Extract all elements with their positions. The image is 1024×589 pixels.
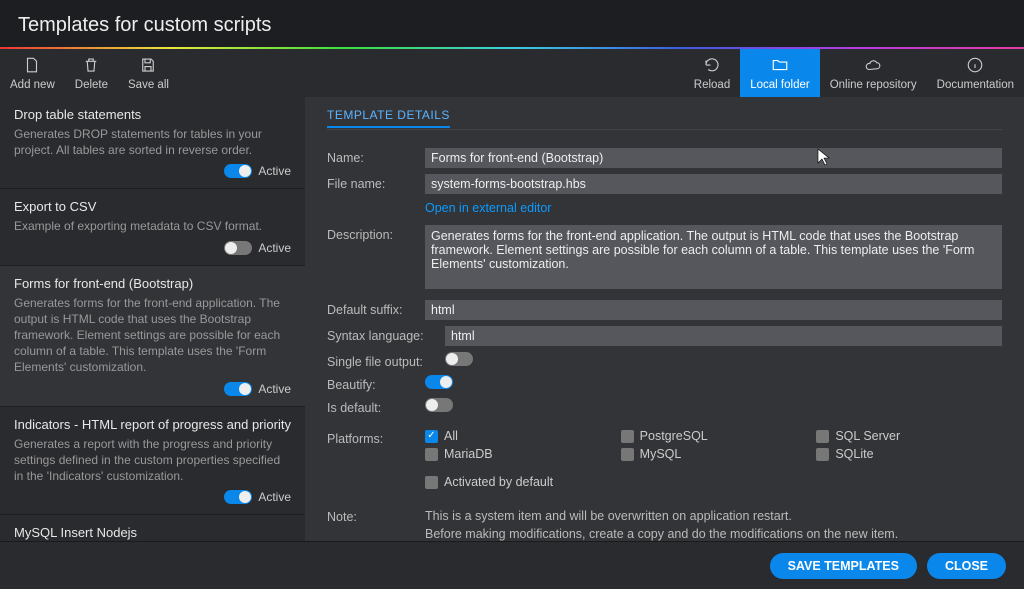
trash-icon — [82, 56, 100, 77]
note-line2: Before making modifications, create a co… — [425, 525, 1002, 541]
isdefault-label: Is default: — [327, 398, 425, 415]
syntax-label: Syntax language: — [327, 326, 445, 343]
beautify-label: Beautify: — [327, 375, 425, 392]
reload-icon — [703, 56, 721, 77]
toolbar-label: Reload — [694, 79, 730, 91]
platform-label: SQL Server — [835, 429, 900, 443]
toolbar-label: Delete — [75, 79, 108, 91]
card-active-toggle[interactable] — [224, 164, 252, 178]
online-repo-button[interactable]: Online repository — [820, 49, 927, 97]
card-desc: Generates a report with the progress and… — [14, 436, 291, 485]
card-title: MySQL Insert Nodejs — [14, 525, 291, 540]
toolbar: Add new Delete Save all Reload Local folder… — [0, 49, 1024, 97]
activated-by-default-label: Activated by default — [444, 475, 553, 489]
platform-label: PostgreSQL — [640, 429, 708, 443]
save-icon — [139, 56, 157, 77]
singlefile-label: Single file output: — [327, 352, 445, 369]
info-icon — [966, 56, 984, 77]
cloud-icon — [864, 56, 882, 77]
template-card[interactable]: Indicators - HTML report of progress and… — [0, 407, 305, 516]
suffix-label: Default suffix: — [327, 300, 425, 317]
template-list: Drop table statements Generates DROP stat… — [0, 97, 305, 541]
platform-checkbox[interactable]: MariaDB — [425, 447, 611, 461]
note-line1: This is a system item and will be overwr… — [425, 507, 1002, 525]
card-title: Forms for front-end (Bootstrap) — [14, 276, 291, 291]
close-button[interactable]: CLOSE — [927, 553, 1006, 579]
platform-label: All — [444, 429, 458, 443]
footer: SAVE TEMPLATES CLOSE — [0, 541, 1024, 589]
card-active-label: Active — [258, 382, 291, 396]
note-label: Note: — [327, 507, 425, 524]
activated-by-default-checkbox[interactable]: Activated by default — [425, 475, 1002, 489]
card-desc: Example of exporting metadata to CSV for… — [14, 218, 291, 234]
beautify-toggle[interactable] — [425, 375, 453, 389]
filename-label: File name: — [327, 174, 425, 191]
template-card[interactable]: MySQL Insert NodejsSample application co… — [0, 515, 305, 541]
template-card[interactable]: Drop table statements Generates DROP stat… — [0, 97, 305, 189]
card-desc: Generates forms for the front-end applic… — [14, 295, 291, 376]
card-active-toggle[interactable] — [224, 241, 252, 255]
page-title: Templates for custom scripts — [18, 14, 1006, 37]
card-active-label: Active — [258, 490, 291, 504]
filename-input[interactable] — [425, 174, 1002, 194]
toolbar-label: Online repository — [830, 79, 917, 91]
card-title: Export to CSV — [14, 199, 291, 214]
platform-label: SQLite — [835, 447, 873, 461]
platform-checkbox[interactable]: All — [425, 429, 611, 443]
platform-label: MySQL — [640, 447, 682, 461]
reload-button[interactable]: Reload — [684, 49, 740, 97]
syntax-input[interactable] — [445, 326, 1002, 346]
toolbar-label: Add new — [10, 79, 55, 91]
save-templates-button[interactable]: SAVE TEMPLATES — [770, 553, 917, 579]
delete-button[interactable]: Delete — [65, 49, 118, 97]
suffix-input[interactable] — [425, 300, 1002, 320]
platform-checkbox[interactable]: SQLite — [816, 447, 1002, 461]
card-active-toggle[interactable] — [224, 490, 252, 504]
platforms-label: Platforms: — [327, 429, 425, 446]
isdefault-toggle[interactable] — [425, 398, 453, 412]
documentation-button[interactable]: Documentation — [927, 49, 1024, 97]
toolbar-label: Local folder — [750, 79, 809, 91]
toolbar-label: Save all — [128, 79, 169, 91]
template-card[interactable]: Export to CSV Example of exporting metada… — [0, 189, 305, 265]
folder-icon — [771, 56, 789, 77]
template-details: TEMPLATE DETAILS Name: File name: Open i… — [305, 97, 1024, 541]
add-new-button[interactable]: Add new — [0, 49, 65, 97]
platform-checkbox[interactable]: SQL Server — [816, 429, 1002, 443]
open-external-link[interactable]: Open in external editor — [425, 201, 551, 215]
section-title: TEMPLATE DETAILS — [327, 108, 450, 128]
card-active-toggle[interactable] — [224, 382, 252, 396]
card-desc: Generates DROP statements for tables in … — [14, 126, 291, 158]
description-label: Description: — [327, 225, 425, 242]
template-card[interactable]: Forms for front-end (Bootstrap) Generates… — [0, 266, 305, 407]
card-active-label: Active — [258, 164, 291, 178]
card-title: Drop table statements — [14, 107, 291, 122]
platform-checkbox[interactable]: PostgreSQL — [621, 429, 807, 443]
platform-label: MariaDB — [444, 447, 493, 461]
card-title: Indicators - HTML report of progress and… — [14, 417, 291, 432]
singlefile-toggle[interactable] — [445, 352, 473, 366]
description-input[interactable]: Generates forms for the front-end applic… — [425, 225, 1002, 289]
name-label: Name: — [327, 148, 425, 165]
local-folder-button[interactable]: Local folder — [740, 49, 819, 97]
file-icon — [23, 56, 41, 77]
platform-checkbox[interactable]: MySQL — [621, 447, 807, 461]
name-input[interactable] — [425, 148, 1002, 168]
save-all-button[interactable]: Save all — [118, 49, 179, 97]
card-active-label: Active — [258, 241, 291, 255]
toolbar-label: Documentation — [937, 79, 1014, 91]
